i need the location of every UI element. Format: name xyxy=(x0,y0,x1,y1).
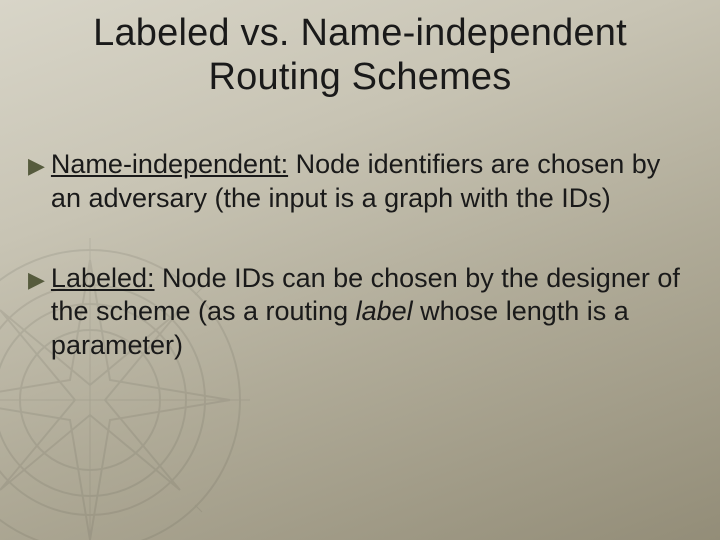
bullet-arrow-icon: ▶ xyxy=(28,149,45,183)
bullet-term: Labeled: xyxy=(51,263,155,293)
bullet-italic-word: label xyxy=(356,296,413,326)
slide: Labeled vs. Name-independent Routing Sch… xyxy=(0,0,720,540)
slide-body: ▶ Name-independent: Node identifiers are… xyxy=(28,148,690,409)
bullet-term: Name-independent: xyxy=(51,149,288,179)
bullet-arrow-icon: ▶ xyxy=(28,263,45,297)
title-line-2: Routing Schemes xyxy=(209,56,512,98)
bullet-item: ▶ Name-independent: Node identifiers are… xyxy=(28,148,690,216)
title-line-1: Labeled vs. Name-independent xyxy=(93,12,627,54)
bullet-text: Name-independent: Node identifiers are c… xyxy=(51,148,690,216)
slide-title: Labeled vs. Name-independent Routing Sch… xyxy=(0,12,720,99)
bullet-item: ▶ Labeled: Node IDs can be chosen by the… xyxy=(28,262,690,363)
bullet-text: Labeled: Node IDs can be chosen by the d… xyxy=(51,262,690,363)
